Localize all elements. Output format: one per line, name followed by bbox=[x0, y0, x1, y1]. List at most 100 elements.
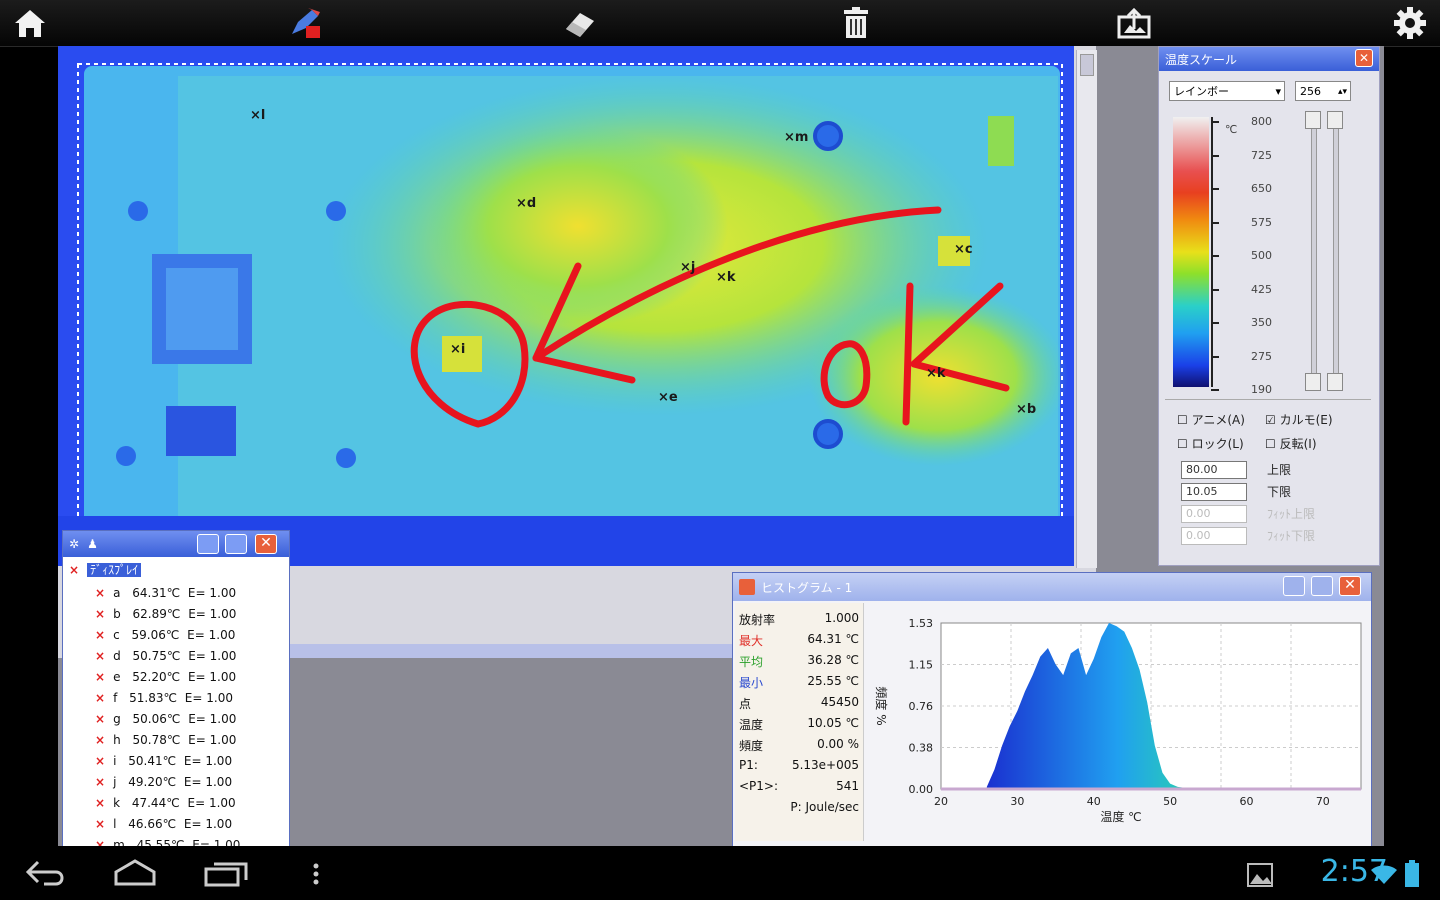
point-label: g bbox=[113, 712, 121, 726]
checkbox-color[interactable]: ☑ カルモ(E) bbox=[1265, 411, 1333, 428]
scale-tick-label: 500 bbox=[1251, 249, 1272, 262]
measurement-marker[interactable]: ×k bbox=[926, 366, 946, 381]
point-label: h bbox=[113, 733, 121, 747]
share-icon[interactable] bbox=[1114, 4, 1154, 42]
checkbox-label: 反転(I) bbox=[1279, 437, 1317, 451]
point-row[interactable]: × b 62.89℃ E= 1.00 bbox=[95, 604, 236, 624]
eraser-icon[interactable] bbox=[560, 4, 600, 42]
scale-titlebar[interactable]: 温度スケール ✕ bbox=[1159, 47, 1379, 71]
slider-handle-upper[interactable] bbox=[1305, 111, 1321, 129]
measurement-marker[interactable]: ×i bbox=[450, 342, 465, 357]
point-temp: 59.06℃ bbox=[131, 628, 180, 642]
home-nav-icon[interactable] bbox=[110, 858, 160, 892]
point-row[interactable]: × g 50.06℃ E= 1.00 bbox=[95, 709, 236, 729]
checkbox-animation[interactable]: ☐ アニメ(A) bbox=[1177, 411, 1245, 428]
measurement-marker[interactable]: ×b bbox=[1016, 402, 1036, 417]
scale-slider-secondary[interactable] bbox=[1327, 111, 1345, 391]
y-tick-label: 0.00 bbox=[909, 783, 934, 796]
fit-lower-input[interactable]: 0.00 bbox=[1181, 527, 1247, 545]
system-navbar bbox=[0, 846, 1440, 900]
stat-label: 最小 bbox=[739, 676, 764, 690]
point-row[interactable]: × l 46.66℃ E= 1.00 bbox=[95, 814, 232, 834]
measurement-marker[interactable]: ×e bbox=[658, 390, 678, 405]
fit-upper-input[interactable]: 0.00 bbox=[1181, 505, 1247, 523]
lower-limit-input[interactable]: 10.05 bbox=[1181, 483, 1247, 501]
palette-select[interactable]: レインボー ▾ bbox=[1169, 81, 1285, 101]
histogram-titlebar[interactable]: ヒストグラム - 1 ✕ bbox=[733, 573, 1371, 601]
close-icon[interactable]: ✕ bbox=[1339, 576, 1361, 596]
point-row[interactable]: × i 50.41℃ E= 1.00 bbox=[95, 751, 232, 771]
slider-handle-lower[interactable] bbox=[1327, 373, 1343, 391]
point-row[interactable]: × h 50.78℃ E= 1.00 bbox=[95, 730, 236, 750]
levels-spinner[interactable]: 256 ▴▾ bbox=[1295, 81, 1351, 101]
tree-root[interactable]: × ﾃﾞｨｽﾌﾟﾚｲ bbox=[69, 561, 142, 578]
point-temp: 50.75℃ bbox=[132, 649, 181, 663]
point-row[interactable]: × k 47.44℃ E= 1.00 bbox=[95, 793, 236, 813]
measurement-marker[interactable]: ×j bbox=[680, 260, 695, 275]
top-toolbar bbox=[0, 0, 1440, 47]
point-emissivity: E= 1.00 bbox=[188, 712, 237, 726]
tree-root-label: ﾃﾞｨｽﾌﾟﾚｲ bbox=[87, 563, 142, 577]
measurement-marker[interactable]: ×m bbox=[784, 130, 808, 145]
minimize-button[interactable] bbox=[197, 534, 219, 554]
back-icon[interactable] bbox=[24, 858, 68, 892]
vertical-scrollbar[interactable] bbox=[1076, 50, 1097, 568]
measurement-marker[interactable]: ×k bbox=[716, 270, 736, 285]
upper-limit-label: 上限 bbox=[1267, 463, 1292, 477]
scale-unit: ℃ bbox=[1225, 123, 1238, 136]
scale-tick-label: 350 bbox=[1251, 316, 1272, 329]
maximize-button[interactable] bbox=[1311, 576, 1333, 596]
histogram-window: ヒストグラム - 1 ✕ 放射率 1.000 最大 64.31 ℃ 平均 36.28 ℃ 最… bbox=[732, 572, 1372, 846]
slider-handle-upper[interactable] bbox=[1327, 111, 1343, 129]
measurement-marker[interactable]: ×l bbox=[250, 108, 265, 123]
close-icon[interactable]: ✕ bbox=[255, 534, 277, 554]
thermal-image[interactable]: ×l ×m ×d ×j ×k ×k ×i ×e ×c ×b bbox=[58, 46, 1074, 566]
settings-icon[interactable] bbox=[1390, 4, 1430, 42]
point-emissivity: E= 1.00 bbox=[184, 691, 233, 705]
lower-limit-label: 下限 bbox=[1267, 485, 1292, 499]
minimize-button[interactable] bbox=[1283, 576, 1305, 596]
stat-value: 45450 bbox=[820, 695, 859, 709]
scale-tick bbox=[1211, 322, 1219, 324]
points-window-titlebar[interactable]: ✲ ♟ ✕ bbox=[63, 531, 289, 557]
point-row[interactable]: × e 52.20℃ E= 1.00 bbox=[95, 667, 236, 687]
pen-icon[interactable] bbox=[284, 4, 324, 42]
checkbox-label: カルモ(E) bbox=[1279, 413, 1333, 427]
point-temp: 51.83℃ bbox=[129, 691, 177, 705]
trash-icon[interactable] bbox=[836, 4, 876, 42]
gallery-icon[interactable] bbox=[1246, 862, 1274, 892]
point-row[interactable]: × m 45.55℃ E= 1.00 bbox=[95, 835, 240, 846]
stat-value: 5.13e+005 bbox=[791, 758, 859, 772]
maximize-button[interactable] bbox=[225, 534, 247, 554]
stat-label: 温度 bbox=[739, 718, 764, 732]
x-icon: × bbox=[95, 838, 106, 846]
point-row[interactable]: × f 51.83℃ E= 1.00 bbox=[95, 688, 233, 708]
scale-slider[interactable] bbox=[1305, 111, 1323, 391]
measurement-points-window: ✲ ♟ ✕ × ﾃﾞｨｽﾌﾟﾚｲ × a 64.31℃ E= 1.00 × b 62.8… bbox=[62, 530, 290, 846]
stat-value: 36.28 ℃ bbox=[807, 653, 859, 667]
point-temp: 45.55℃ bbox=[136, 838, 185, 846]
measurement-marker[interactable]: ×d bbox=[516, 196, 536, 211]
checkbox-lock[interactable]: ☐ ロック(L) bbox=[1177, 435, 1244, 452]
scroll-up-arrow[interactable] bbox=[1080, 54, 1094, 76]
close-icon[interactable]: ✕ bbox=[1355, 49, 1373, 67]
checkbox-invert[interactable]: ☐ 反転(I) bbox=[1265, 435, 1317, 452]
recent-apps-icon[interactable] bbox=[202, 860, 250, 892]
fit-lower-label: ﾌｨｯﾄ下限 bbox=[1267, 529, 1316, 543]
menu-dots-icon[interactable] bbox=[310, 862, 322, 890]
slider-handle-lower[interactable] bbox=[1305, 373, 1321, 391]
x-icon: × bbox=[95, 649, 106, 663]
x-icon: × bbox=[95, 712, 106, 726]
point-row[interactable]: × d 50.75℃ E= 1.00 bbox=[95, 646, 236, 666]
point-row[interactable]: × c 59.06℃ E= 1.00 bbox=[95, 625, 235, 645]
point-row[interactable]: × a 64.31℃ E= 1.00 bbox=[95, 583, 236, 603]
x-tick-label: 30 bbox=[1010, 795, 1024, 808]
stat-label: 放射率 bbox=[739, 613, 776, 627]
stat-label: P1: bbox=[739, 758, 758, 772]
stat-value: 1.000 bbox=[824, 611, 859, 625]
x-tick-label: 50 bbox=[1163, 795, 1177, 808]
upper-limit-input[interactable]: 80.00 bbox=[1181, 461, 1247, 479]
home-icon[interactable] bbox=[10, 4, 50, 42]
measurement-marker[interactable]: ×c bbox=[954, 242, 973, 257]
point-row[interactable]: × j 49.20℃ E= 1.00 bbox=[95, 772, 232, 792]
